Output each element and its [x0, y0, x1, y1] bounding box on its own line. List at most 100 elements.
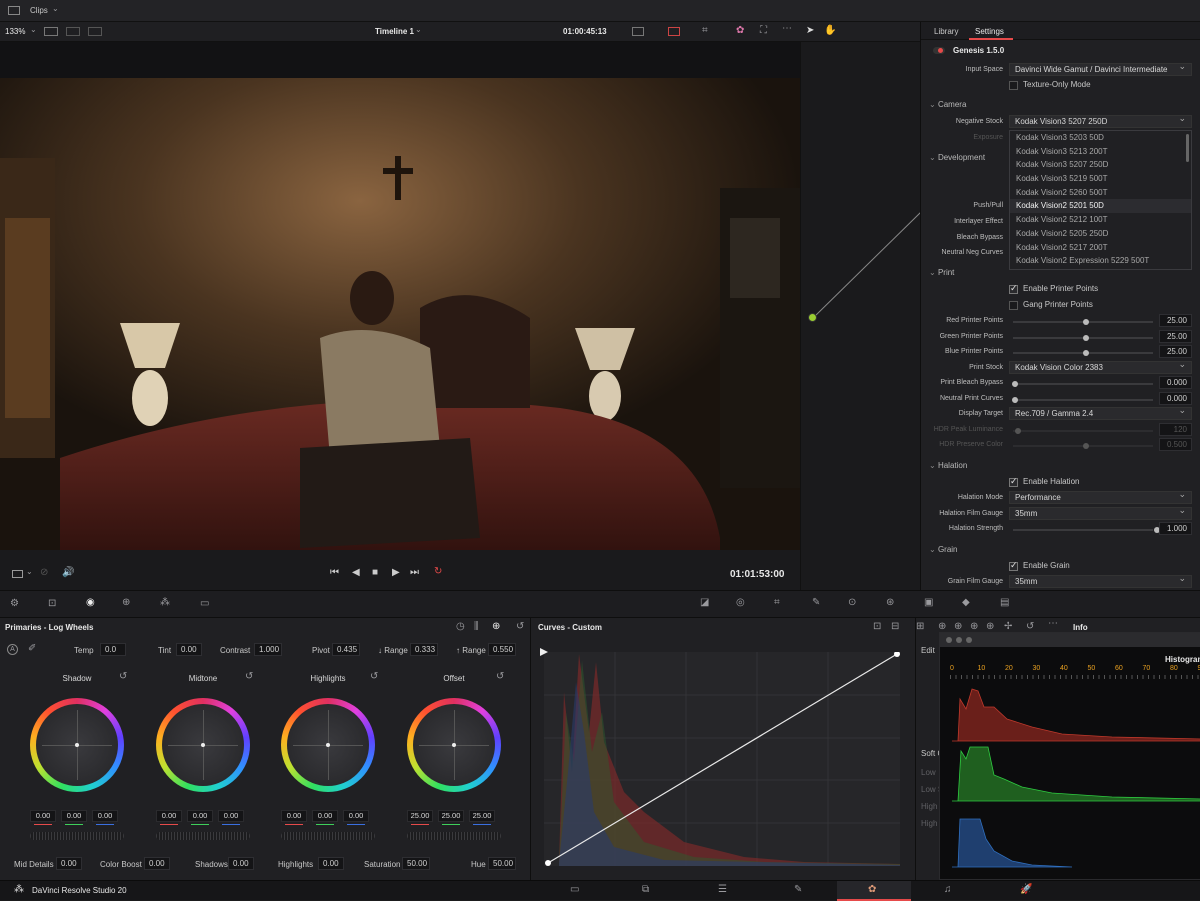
master-wheel-jog[interactable] [407, 832, 501, 840]
low-range-value[interactable]: 0.333 [410, 643, 438, 656]
viewer-options-icon[interactable] [632, 27, 644, 36]
print-section[interactable]: Print [929, 268, 954, 277]
safe-area-icon[interactable]: ⌗ [702, 26, 708, 36]
stock-option[interactable]: Kodak Vision3 5219 500T [1010, 172, 1191, 186]
red-points-value[interactable]: 25.00 [1159, 314, 1192, 327]
channel-icon[interactable]: ⊕ [954, 622, 962, 632]
color-wheel[interactable] [407, 698, 501, 792]
chevron-down-icon[interactable]: ⌄ [26, 567, 33, 577]
color-match-icon[interactable]: ⊡ [48, 599, 56, 609]
viewer-mode-icon[interactable] [12, 570, 23, 578]
window-close-icon[interactable] [946, 637, 952, 643]
tab-settings[interactable]: Settings [975, 27, 1004, 36]
gang-printer-points-checkbox[interactable] [1009, 301, 1018, 310]
reset-icon[interactable]: ↺ [1026, 622, 1034, 632]
fullscreen-icon[interactable]: ⛶ [760, 26, 767, 36]
plugin-toggle[interactable] [933, 47, 945, 54]
wheel-value[interactable]: 0.00 [218, 810, 244, 822]
sat-icon[interactable]: ⊕ [986, 622, 994, 632]
wheel-puck[interactable] [75, 743, 79, 747]
primaries-icon[interactable]: ◉ [86, 598, 95, 608]
rgb-mixer-icon[interactable]: ⁂ [160, 598, 170, 608]
wheel-reset-icon[interactable]: ↺ [370, 672, 378, 682]
color-warper-icon[interactable]: ◎ [736, 598, 745, 608]
hue-value[interactable]: 50.00 [488, 857, 516, 870]
master-wheel-jog[interactable] [30, 832, 124, 840]
wheel-value[interactable]: 0.00 [92, 810, 118, 822]
chevron-down-icon[interactable]: ⌄ [415, 25, 422, 35]
color-wheel[interactable] [156, 698, 250, 792]
hdr-preserve-slider[interactable] [1013, 445, 1153, 447]
bars-icon[interactable]: ⫼ [474, 622, 479, 632]
more-options-icon[interactable]: ⋯ [1048, 619, 1058, 629]
saturation-value[interactable]: 50.00 [402, 857, 430, 870]
single-viewer-icon[interactable] [44, 27, 58, 36]
wheel-value[interactable]: 25.00 [407, 810, 433, 822]
hue-curve-icon[interactable]: ✢ [1004, 622, 1012, 632]
wheel-puck[interactable] [452, 743, 456, 747]
temp-value[interactable]: 0.0 [100, 643, 126, 656]
play-icon[interactable]: ▶ [392, 568, 400, 578]
hdr-peak-value[interactable]: 120 [1159, 423, 1192, 436]
histogram-window[interactable]: Histogram 010203040506070809 [939, 632, 1200, 880]
stock-option[interactable]: Kodak Vision2 Expression 5229 500T [1010, 254, 1191, 268]
fusion-page-icon[interactable]: ✎ [794, 885, 802, 895]
wheel-value[interactable]: 0.00 [312, 810, 338, 822]
split-viewer-icon[interactable] [66, 27, 80, 36]
stock-option[interactable]: Kodak Vision2 5205 250D [1010, 227, 1191, 241]
curve-graph[interactable] [544, 652, 900, 866]
clock-icon[interactable]: ◷ [456, 622, 465, 632]
color-page-tab[interactable]: ✿ [837, 881, 911, 901]
green-points-slider[interactable] [1013, 337, 1153, 339]
print-bleach-value[interactable]: 0.000 [1159, 376, 1192, 389]
loop-icon[interactable]: ⊘ [40, 568, 48, 578]
stock-option[interactable]: Kodak Vision3 5203 50D [1010, 131, 1191, 145]
hand-icon[interactable]: ✋ [824, 26, 836, 36]
wheel-value[interactable]: 0.00 [187, 810, 213, 822]
halation-gauge-dropdown[interactable]: 35mm [1009, 507, 1192, 520]
skip-to-start-icon[interactable]: ⏮ [330, 568, 339, 578]
halation-strength-slider[interactable] [1013, 529, 1153, 531]
wheel-puck[interactable] [201, 743, 205, 747]
negative-stock-list[interactable]: Kodak Vision3 5203 50DKodak Vision3 5213… [1009, 130, 1192, 270]
wheel-value[interactable]: 0.00 [343, 810, 369, 822]
lum-icon[interactable]: ⊕ [970, 622, 978, 632]
wheel-reset-icon[interactable]: ↺ [496, 672, 504, 682]
red-points-slider[interactable] [1013, 321, 1153, 323]
contrast-value[interactable]: 1.000 [254, 643, 282, 656]
high-range-value[interactable]: 0.550 [488, 643, 516, 656]
media-page-icon[interactable]: ▭ [570, 885, 579, 895]
color-wheel[interactable] [281, 698, 375, 792]
link-icon[interactable]: ⊞ [916, 622, 924, 632]
zoom-level[interactable]: 133% [5, 27, 25, 36]
node-editor[interactable] [800, 42, 920, 590]
stock-option[interactable]: Kodak Vision3 5207 250D [1010, 158, 1191, 172]
magic-mask-icon[interactable]: ⊛ [886, 598, 894, 608]
master-wheel-jog[interactable] [156, 832, 250, 840]
skip-to-end-icon[interactable]: ⏭ [410, 568, 419, 578]
auto-balance-icon[interactable]: A [7, 644, 18, 655]
wheel-puck[interactable] [326, 743, 330, 747]
monitor-icon[interactable] [668, 27, 680, 36]
neutral-print-slider[interactable] [1013, 399, 1153, 401]
stock-option[interactable]: Kodak Vision2 5217 200T [1010, 241, 1191, 255]
highlights-adjust-value[interactable]: 0.00 [318, 857, 344, 870]
wheel-reset-icon[interactable]: ↺ [245, 672, 253, 682]
loop-playback-icon[interactable]: ↻ [434, 567, 442, 577]
wheel-value[interactable]: 0.00 [281, 810, 307, 822]
more-options-icon[interactable]: ⋯ [782, 24, 792, 34]
pivot-value[interactable]: 0.435 [332, 643, 360, 656]
development-section[interactable]: Development [929, 153, 985, 162]
print-bleach-slider[interactable] [1013, 383, 1153, 385]
timeline-name[interactable]: Timeline 1 [375, 27, 414, 36]
camera-section[interactable]: Camera [929, 100, 966, 109]
cut-page-icon[interactable]: ⧉ [642, 885, 649, 895]
stop-icon[interactable]: ■ [372, 568, 378, 578]
clips-label[interactable]: Clips [30, 6, 48, 15]
stock-option[interactable]: Kodak Vision2 5201 50D [1010, 199, 1191, 213]
hdr-peak-slider[interactable] [1013, 430, 1153, 432]
tint-value[interactable]: 0.00 [176, 643, 202, 656]
tracker-icon[interactable]: ⊙ [848, 598, 856, 608]
enable-printer-points-checkbox[interactable] [1009, 285, 1018, 294]
color-picker-icon[interactable]: ✿ [736, 26, 744, 36]
